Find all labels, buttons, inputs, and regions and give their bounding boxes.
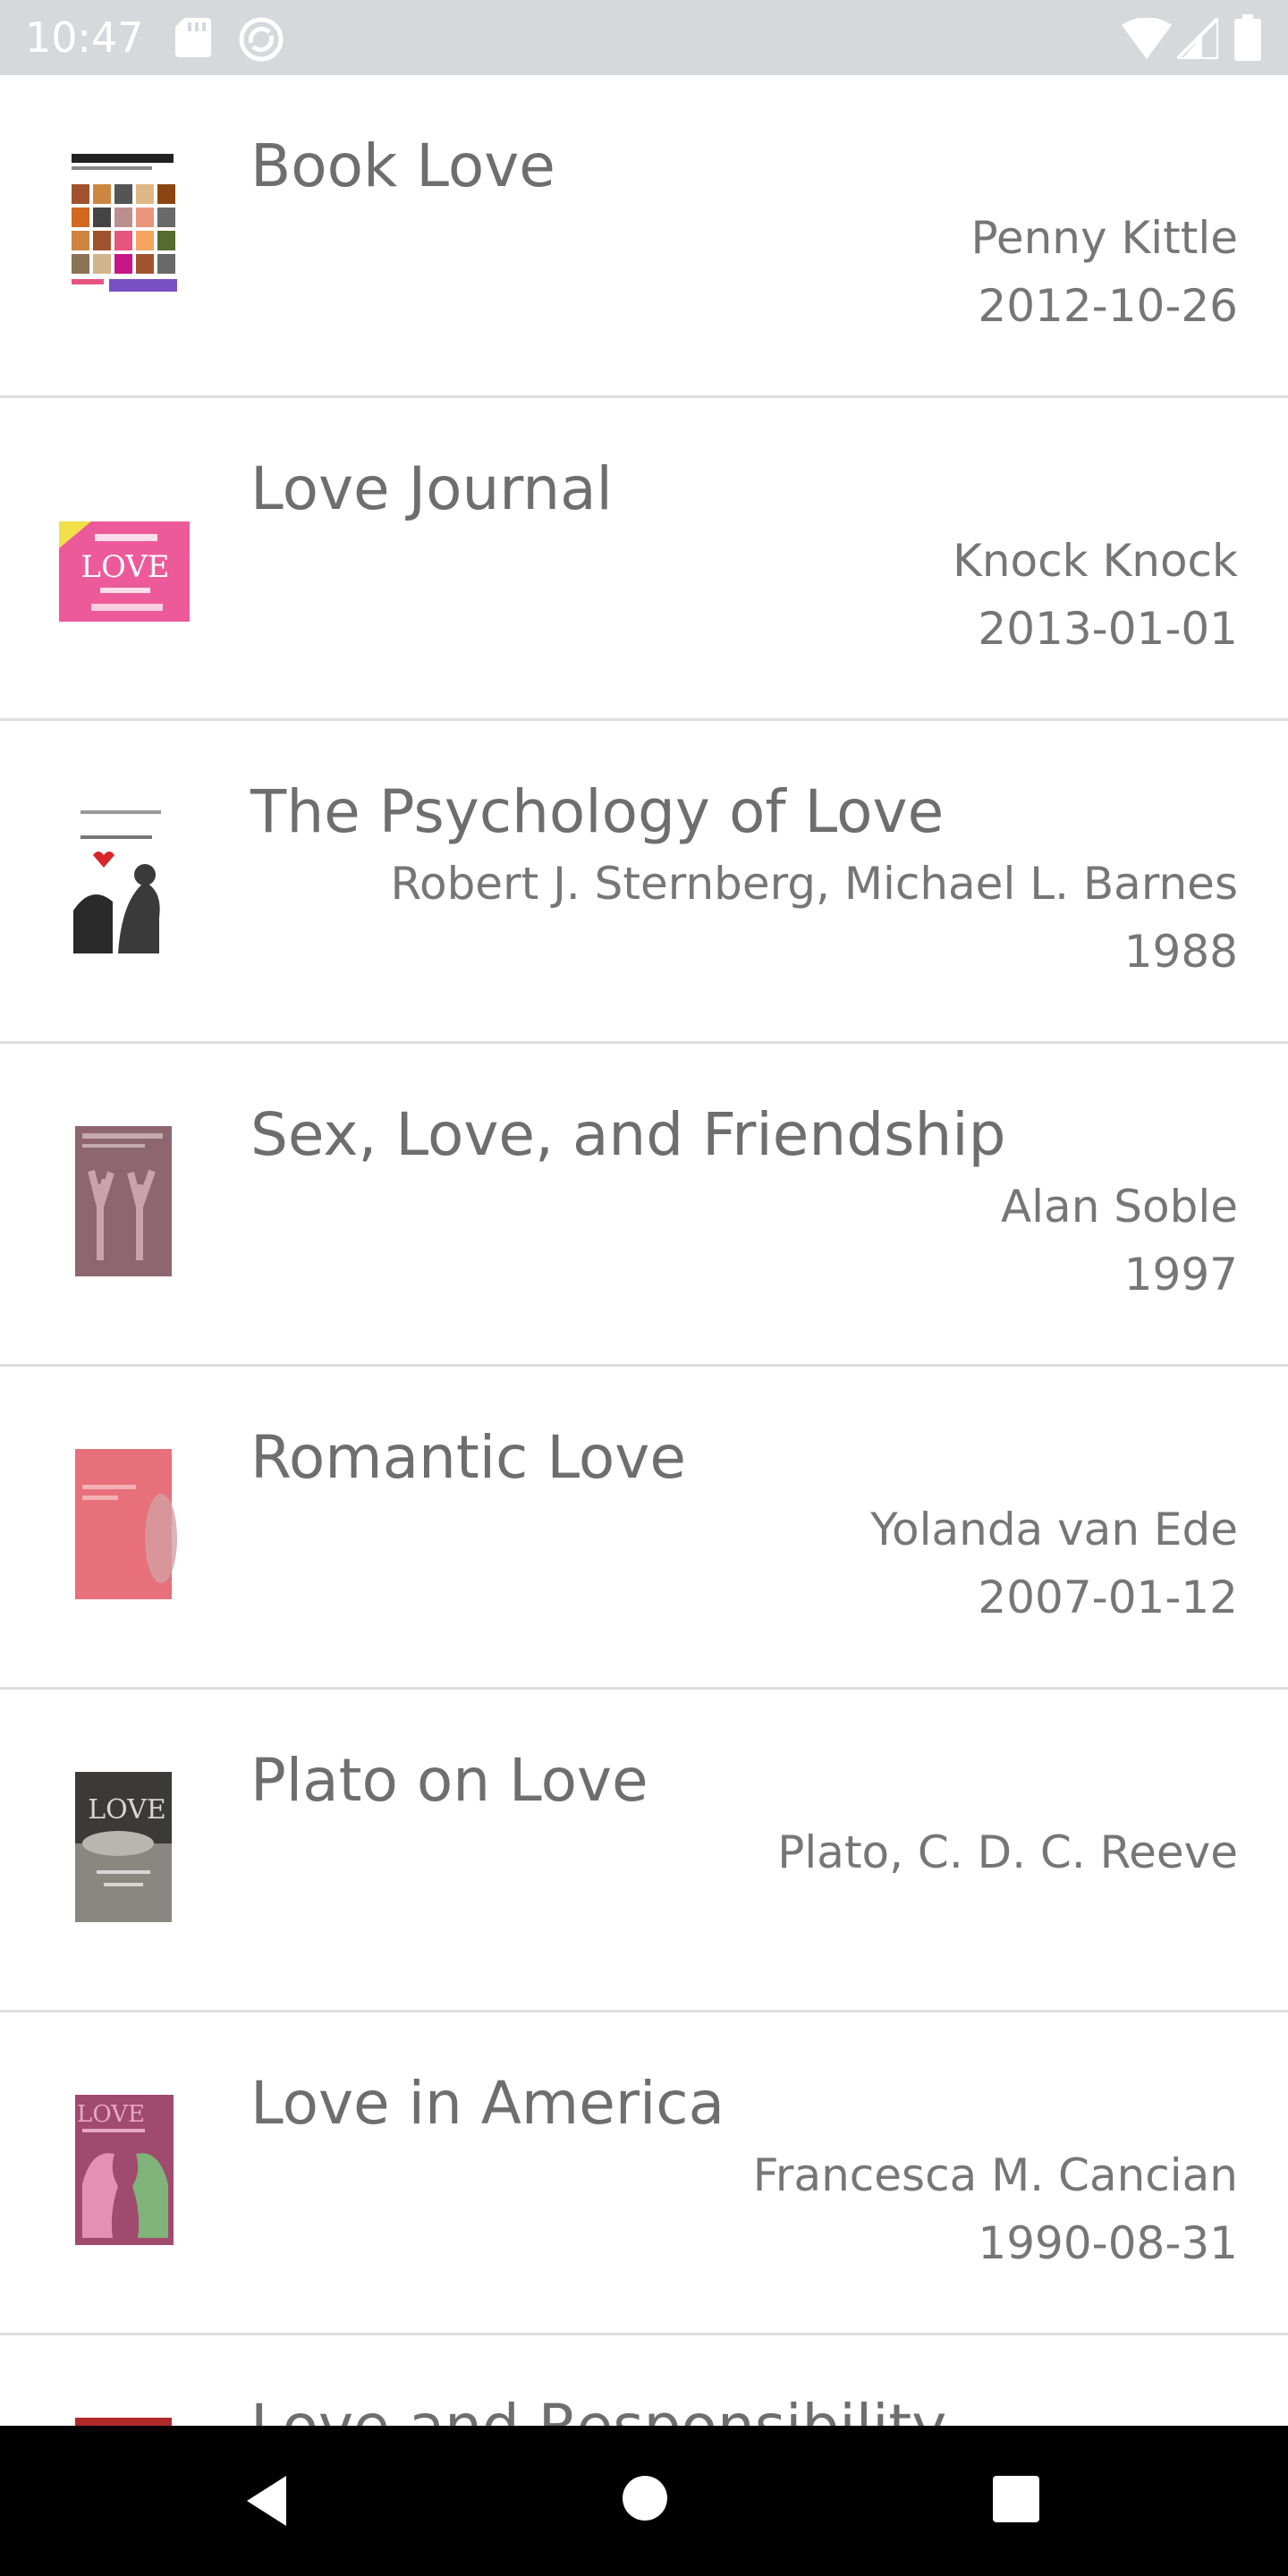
book-date: 2013-01-01 xyxy=(978,603,1238,655)
book-title: Plato on Love xyxy=(250,1746,648,1815)
book-cover-icon xyxy=(75,2418,172,2426)
book-date: 1997 xyxy=(1123,1249,1238,1301)
book-cover-icon xyxy=(75,1449,177,1599)
book-title: The Psychology of Love xyxy=(250,777,945,846)
book-date: 2012-10-26 xyxy=(978,280,1238,332)
book-title: Love Journal xyxy=(250,454,613,523)
book-title: Book Love xyxy=(250,131,555,200)
book-date: 1988 xyxy=(1123,926,1238,978)
home-icon[interactable] xyxy=(615,2469,674,2528)
list-item[interactable]: LOVE Plato on Love Plato, C. D. C. Reeve xyxy=(0,1690,1288,2012)
book-cover-icon xyxy=(64,148,181,299)
book-cover-icon xyxy=(73,803,174,953)
list-item[interactable]: Romantic Love Yolanda van Ede 2007-01-12 xyxy=(0,1367,1288,1690)
book-title: Love and Responsibility xyxy=(250,2391,946,2426)
book-author: Yolanda van Ede xyxy=(870,1504,1238,1555)
book-title: Love in America xyxy=(250,2069,725,2138)
book-cover-icon xyxy=(75,1126,172,1276)
book-list: Book Love Penny Kittle 2012-10-26 LOVE L… xyxy=(0,75,1288,2426)
svg-text:LOVE: LOVE xyxy=(77,2101,145,2128)
book-author: Knock Knock xyxy=(953,535,1238,587)
status-bar: 10:47 xyxy=(0,0,1288,75)
back-icon[interactable] xyxy=(240,2472,297,2529)
book-author: Plato, C. D. C. Reeve xyxy=(777,1826,1238,1878)
navigation-bar xyxy=(0,2426,1288,2576)
recents-icon[interactable] xyxy=(989,2472,1043,2526)
sync-icon xyxy=(239,17,284,62)
book-title: Romantic Love xyxy=(250,1423,686,1492)
book-cover-icon: LOVE xyxy=(75,1772,172,1922)
status-time: 10:47 xyxy=(25,13,144,62)
list-item[interactable]: Sex, Love, and Friendship Alan Soble 199… xyxy=(0,1044,1288,1367)
list-item[interactable]: LOVE Love Journal Knock Knock 2013-01-01 xyxy=(0,398,1288,721)
book-author: Robert J. Sternberg, Michael L. Barnes xyxy=(390,858,1238,910)
book-author: Francesca M. Cancian xyxy=(752,2149,1238,2201)
book-title: Sex, Love, and Friendship xyxy=(250,1100,1006,1169)
battery-icon xyxy=(1234,14,1261,61)
list-item[interactable]: Love and Responsibility xyxy=(0,2335,1288,2426)
book-author: Alan Soble xyxy=(1000,1181,1238,1233)
wifi-icon xyxy=(1122,18,1172,59)
list-item[interactable]: LOVE Love in America Francesca M. Cancia… xyxy=(0,2012,1288,2335)
svg-text:LOVE: LOVE xyxy=(80,549,169,585)
sd-card-icon xyxy=(175,18,211,57)
book-date: 2007-01-12 xyxy=(978,1572,1238,1623)
book-cover-icon: LOVE xyxy=(59,521,190,622)
book-author: Penny Kittle xyxy=(970,212,1238,264)
book-cover-icon: LOVE xyxy=(75,2095,174,2245)
book-date: 1990-08-31 xyxy=(978,2217,1238,2269)
list-item[interactable]: The Psychology of Love Robert J. Sternbe… xyxy=(0,721,1288,1044)
list-item[interactable]: Book Love Penny Kittle 2012-10-26 xyxy=(0,75,1288,398)
svg-text:LOVE: LOVE xyxy=(88,1794,166,1826)
signal-icon xyxy=(1177,18,1218,59)
